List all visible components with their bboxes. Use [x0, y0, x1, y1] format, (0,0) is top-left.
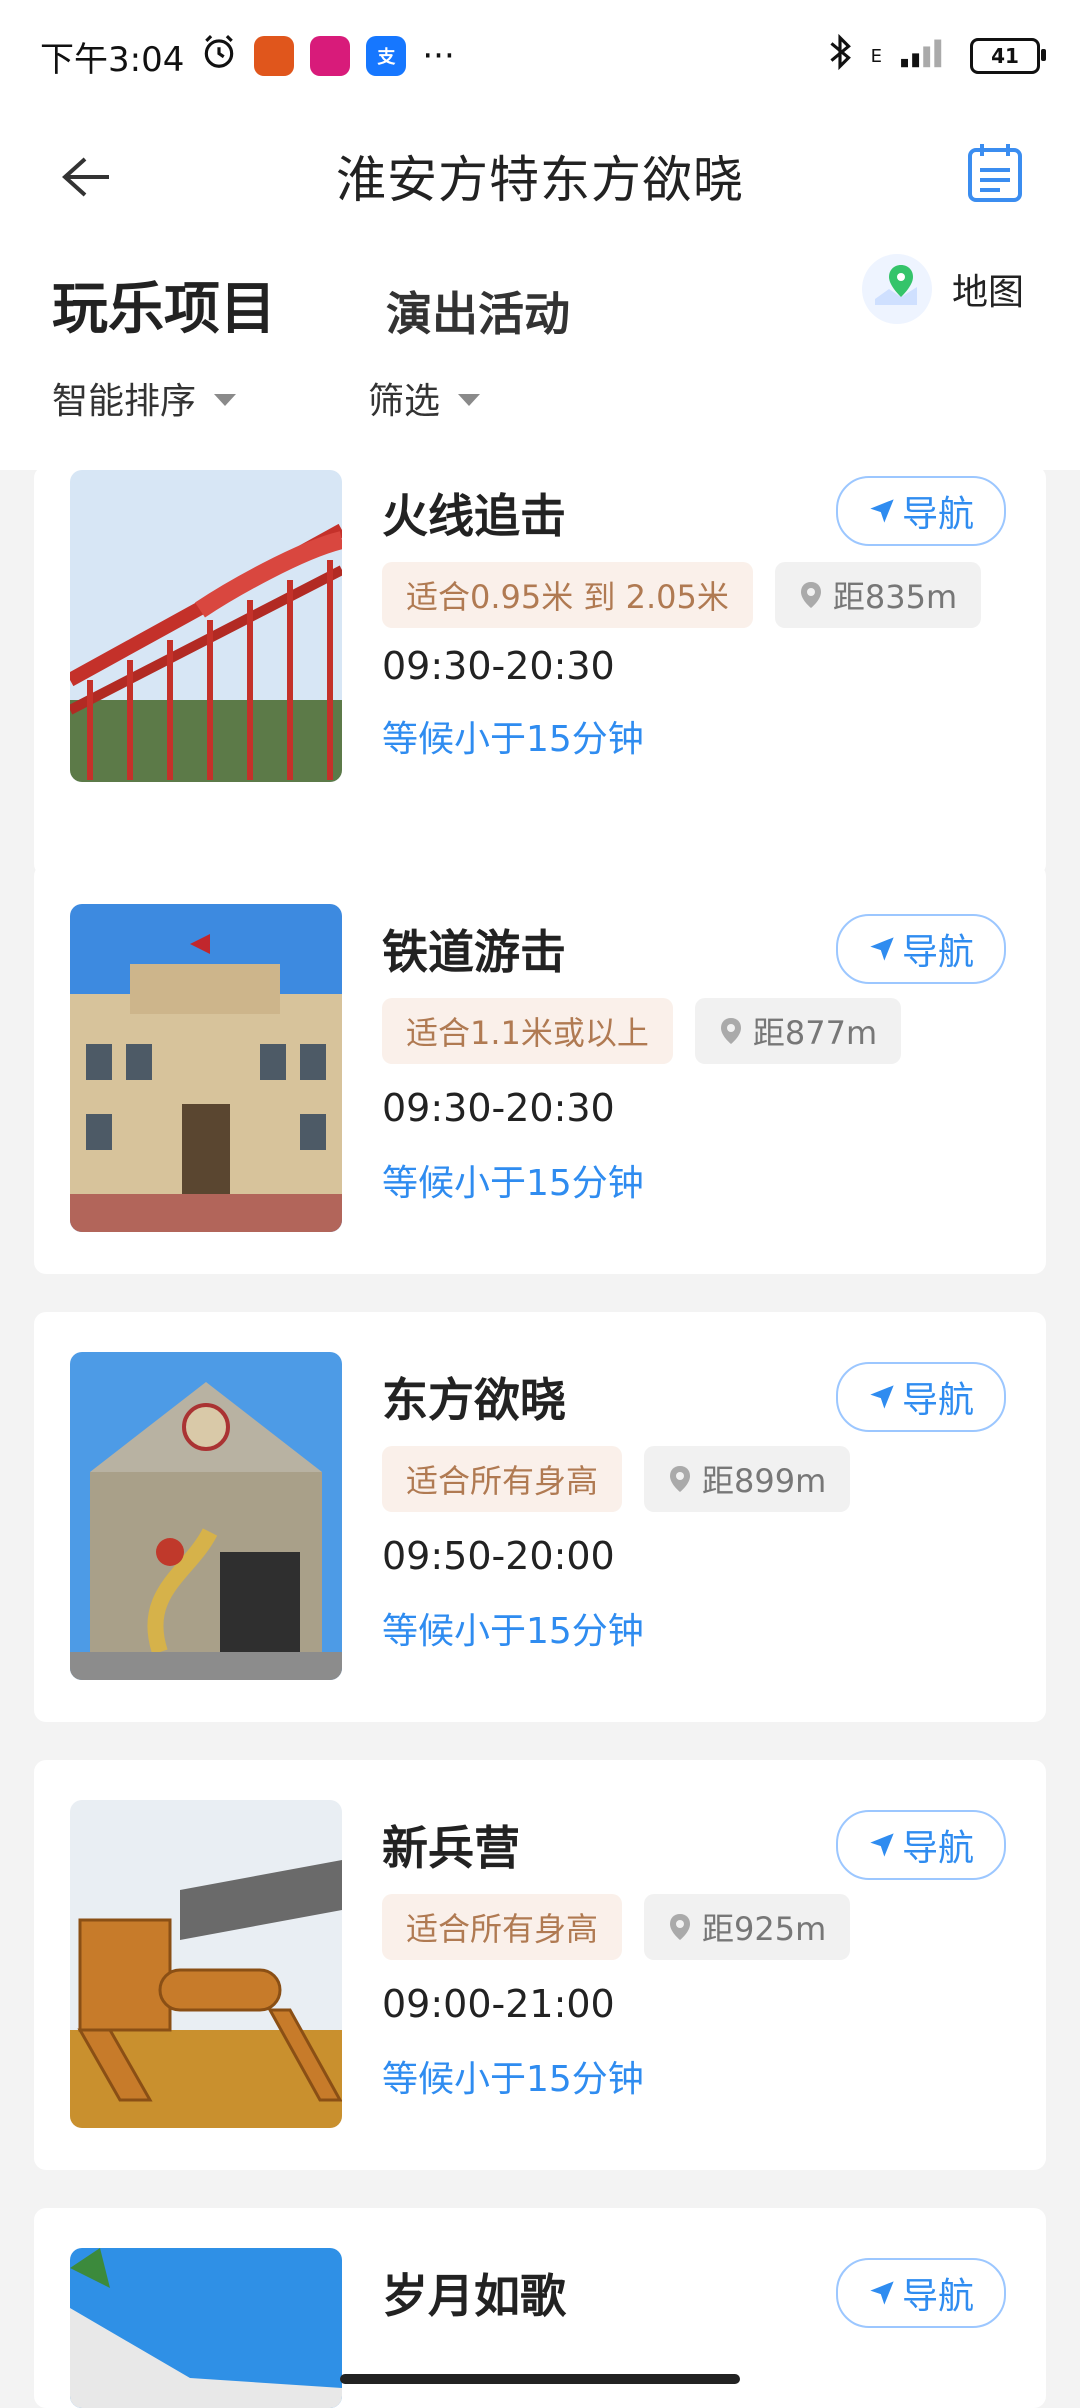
filter-dropdown[interactable]: 筛选 [368, 372, 481, 424]
distance-tag: 距835m [774, 562, 982, 628]
alarm-icon [200, 33, 238, 80]
header: 淮安方特东方欲晓 [0, 112, 1080, 240]
filter-bar: 智能排序 筛选 [52, 372, 481, 424]
tag-row: 适合所有身高 距899m [382, 1446, 851, 1512]
attraction-thumbnail [70, 2248, 342, 2408]
opening-hours: 09:30-20:30 [382, 644, 615, 688]
list-item[interactable]: 铁道游击 导航 适合1.1米或以上 距877m 09:30-20:30 等候小于… [34, 864, 1046, 1274]
back-arrow-icon [62, 157, 109, 197]
status-bar: 下午3:04 支 ··· E 41 [0, 0, 1080, 112]
chevron-down-icon [458, 394, 481, 406]
wait-time: 等候小于15分钟 [382, 2059, 644, 2100]
attraction-name: 东方欲晓 [382, 1373, 566, 1427]
battery-icon: 41 [970, 38, 1046, 74]
list-item[interactable]: 火线追击 导航 适合0.95米 到 2.05米 距835m 09:30-20:3… [34, 466, 1046, 876]
location-pin-icon [670, 1466, 691, 1492]
height-tag: 适合0.95米 到 2.05米 [382, 562, 753, 628]
sort-dropdown[interactable]: 智能排序 [52, 372, 237, 424]
tab-shows[interactable]: 演出活动 [386, 278, 570, 344]
attraction-thumbnail [70, 470, 342, 782]
more-dots-icon: ··· [422, 36, 455, 76]
location-pin-icon [670, 1914, 691, 1940]
navigate-label: 导航 [901, 1380, 974, 1421]
height-tag: 适合1.1米或以上 [382, 998, 673, 1064]
location-pin-icon [720, 1018, 741, 1044]
attraction-name: 新兵营 [382, 1821, 520, 1875]
filter-label: 筛选 [368, 381, 441, 422]
page-title: 淮安方特东方欲晓 [336, 151, 744, 209]
navigate-label: 导航 [901, 932, 974, 973]
calendar-button[interactable] [950, 128, 1040, 218]
navigate-label: 导航 [901, 2276, 974, 2317]
map-button[interactable]: 地图 [861, 254, 1024, 324]
attraction-name: 铁道游击 [382, 925, 566, 979]
signal-icon [898, 34, 954, 79]
attraction-thumbnail [70, 904, 342, 1232]
navigation-arrow-icon [870, 937, 894, 961]
list-item[interactable]: 新兵营 导航 适合所有身高 距925m 09:00-21:00 等候小于15分钟 [34, 1760, 1046, 2170]
distance-value: 距925m [702, 1910, 827, 1948]
alipay-icon: 支 [366, 36, 407, 76]
wait-time: 等候小于15分钟 [382, 1611, 644, 1652]
navigate-button[interactable]: 导航 [836, 2258, 1006, 2328]
distance-value: 距899m [702, 1462, 827, 1500]
opening-hours: 09:30-20:30 [382, 1086, 615, 1130]
wait-time: 等候小于15分钟 [382, 719, 644, 760]
navigation-arrow-icon [870, 499, 894, 523]
navigate-label: 导航 [901, 1828, 974, 1869]
navigate-button[interactable]: 导航 [836, 1810, 1006, 1880]
network-type: E [870, 45, 882, 67]
opening-hours: 09:00-21:00 [382, 1982, 615, 2026]
tag-row: 适合1.1米或以上 距877m [382, 998, 902, 1064]
status-right: E 41 [825, 32, 1046, 81]
opening-hours: 09:50-20:00 [382, 1534, 615, 1578]
distance-value: 距835m [832, 578, 958, 616]
attraction-name: 岁月如歌 [382, 2269, 566, 2323]
back-button[interactable] [50, 142, 120, 212]
distance-tag: 距899m [644, 1446, 851, 1512]
pumpkin-app-icon [254, 36, 295, 76]
navigate-label: 导航 [901, 494, 974, 535]
home-indicator[interactable] [340, 2374, 740, 2384]
battery-level: 41 [991, 44, 1019, 68]
height-tag: 适合所有身高 [382, 1446, 623, 1512]
sort-label: 智能排序 [52, 381, 197, 422]
chevron-down-icon [214, 394, 237, 406]
navigation-arrow-icon [870, 1833, 894, 1857]
navigate-button[interactable]: 导航 [836, 476, 1006, 546]
navigation-arrow-icon [870, 1385, 894, 1409]
navigation-arrow-icon [870, 2281, 894, 2305]
distance-value: 距877m [752, 1014, 878, 1052]
navigate-button[interactable]: 导航 [836, 914, 1006, 984]
tabs-area: 玩乐项目 演出活动 地图 智能排序 筛选 [0, 240, 1080, 470]
status-time: 下午3:04 [40, 39, 185, 80]
location-pin-icon [800, 582, 821, 608]
map-pin-icon [861, 254, 932, 324]
attraction-thumbnail [70, 1352, 342, 1680]
tag-row: 适合所有身高 距925m [382, 1894, 851, 1960]
map-label: 地图 [951, 272, 1024, 313]
vip-app-icon [310, 36, 351, 76]
distance-tag: 距877m [694, 998, 902, 1064]
navigate-button[interactable]: 导航 [836, 1362, 1006, 1432]
tab-rides[interactable]: 玩乐项目 [52, 264, 276, 345]
distance-tag: 距925m [644, 1894, 851, 1960]
tag-row: 适合0.95米 到 2.05米 距835m [382, 562, 982, 628]
calendar-icon [968, 144, 1022, 202]
bluetooth-icon [825, 32, 855, 81]
height-tag: 适合所有身高 [382, 1894, 623, 1960]
wait-time: 等候小于15分钟 [382, 1163, 644, 1204]
status-left: 下午3:04 支 ··· [40, 32, 455, 81]
list-item[interactable]: 东方欲晓 导航 适合所有身高 距899m 09:50-20:00 等候小于15分… [34, 1312, 1046, 1722]
attraction-name: 火线追击 [382, 489, 566, 543]
attraction-thumbnail [70, 1800, 342, 2128]
